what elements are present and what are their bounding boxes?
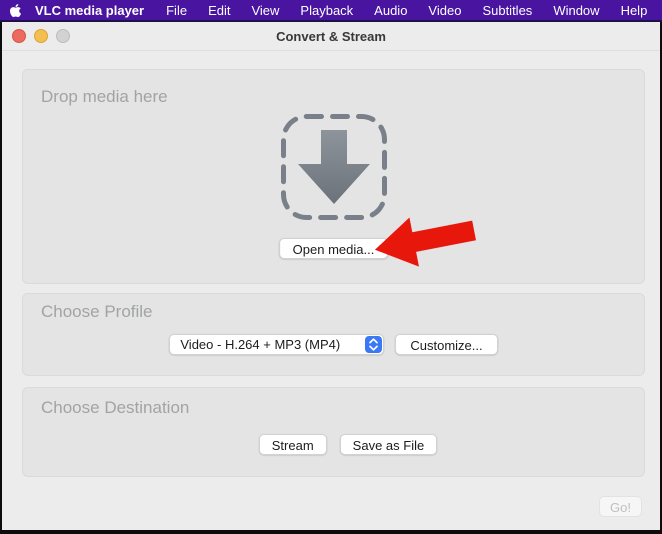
choose-profile-label: Choose Profile bbox=[41, 302, 153, 321]
minimize-button-icon[interactable] bbox=[34, 29, 48, 43]
menu-item-video[interactable]: Video bbox=[428, 3, 461, 18]
customize-button[interactable]: Customize... bbox=[395, 334, 498, 355]
drop-media-panel[interactable]: Drop media here Open media... bbox=[22, 69, 645, 284]
menu-item-subtitles[interactable]: Subtitles bbox=[482, 3, 532, 18]
title-bar: Convert & Stream bbox=[2, 22, 660, 51]
save-as-file-button[interactable]: Save as File bbox=[339, 434, 438, 455]
menu-app-name[interactable]: VLC media player bbox=[35, 3, 144, 18]
go-button[interactable]: Go! bbox=[599, 496, 642, 517]
profile-dropdown-value: Video - H.264 + MP3 (MP4) bbox=[180, 337, 341, 352]
choose-destination-label: Choose Destination bbox=[41, 398, 190, 417]
profile-dropdown[interactable]: Video - H.264 + MP3 (MP4) bbox=[169, 334, 385, 355]
choose-destination-panel: Choose Destination Stream Save as File bbox=[22, 387, 645, 477]
screen: VLC media player File Edit View Playback… bbox=[0, 0, 662, 534]
menu-item-window[interactable]: Window bbox=[553, 3, 599, 18]
open-media-button[interactable]: Open media... bbox=[278, 238, 389, 259]
menu-item-view[interactable]: View bbox=[251, 3, 279, 18]
window-title: Convert & Stream bbox=[276, 28, 386, 44]
menu-item-file[interactable]: File bbox=[166, 3, 187, 18]
convert-stream-window: Convert & Stream Drop media here Open me… bbox=[2, 22, 660, 530]
apple-logo-icon[interactable] bbox=[9, 3, 22, 18]
stream-button[interactable]: Stream bbox=[258, 434, 327, 455]
zoom-button-icon bbox=[56, 29, 70, 43]
up-down-chevrons-icon bbox=[365, 336, 383, 353]
menu-item-audio[interactable]: Audio bbox=[374, 3, 407, 18]
menu-item-edit[interactable]: Edit bbox=[208, 3, 230, 18]
close-button-icon[interactable] bbox=[12, 29, 26, 43]
menu-bar: VLC media player File Edit View Playback… bbox=[0, 0, 662, 22]
menu-item-playback[interactable]: Playback bbox=[300, 3, 353, 18]
traffic-lights bbox=[12, 29, 70, 43]
menu-item-help[interactable]: Help bbox=[621, 3, 648, 18]
drop-media-label: Drop media here bbox=[41, 87, 168, 106]
drop-target-icon[interactable] bbox=[279, 112, 389, 222]
down-arrow-icon bbox=[297, 130, 370, 204]
choose-profile-panel: Choose Profile Video - H.264 + MP3 (MP4)… bbox=[22, 293, 645, 376]
window-content: Drop media here Open media... Choose Pro… bbox=[2, 69, 660, 477]
